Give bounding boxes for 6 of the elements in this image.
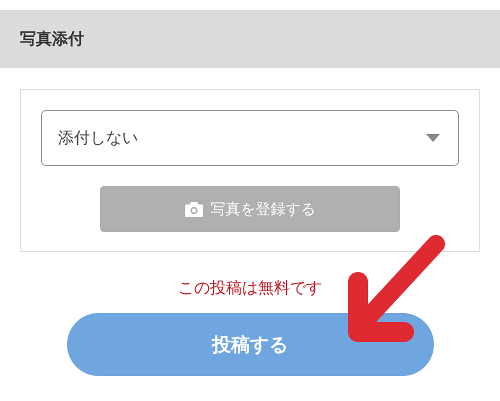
section-title: 写真添付	[20, 28, 84, 50]
attachment-select[interactable]: 添付しない	[41, 110, 459, 166]
camera-icon	[184, 202, 202, 216]
free-post-notice: この投稿は無料です	[177, 278, 323, 299]
post-button[interactable]: 投稿する	[66, 313, 434, 376]
caret-icon	[426, 134, 440, 142]
